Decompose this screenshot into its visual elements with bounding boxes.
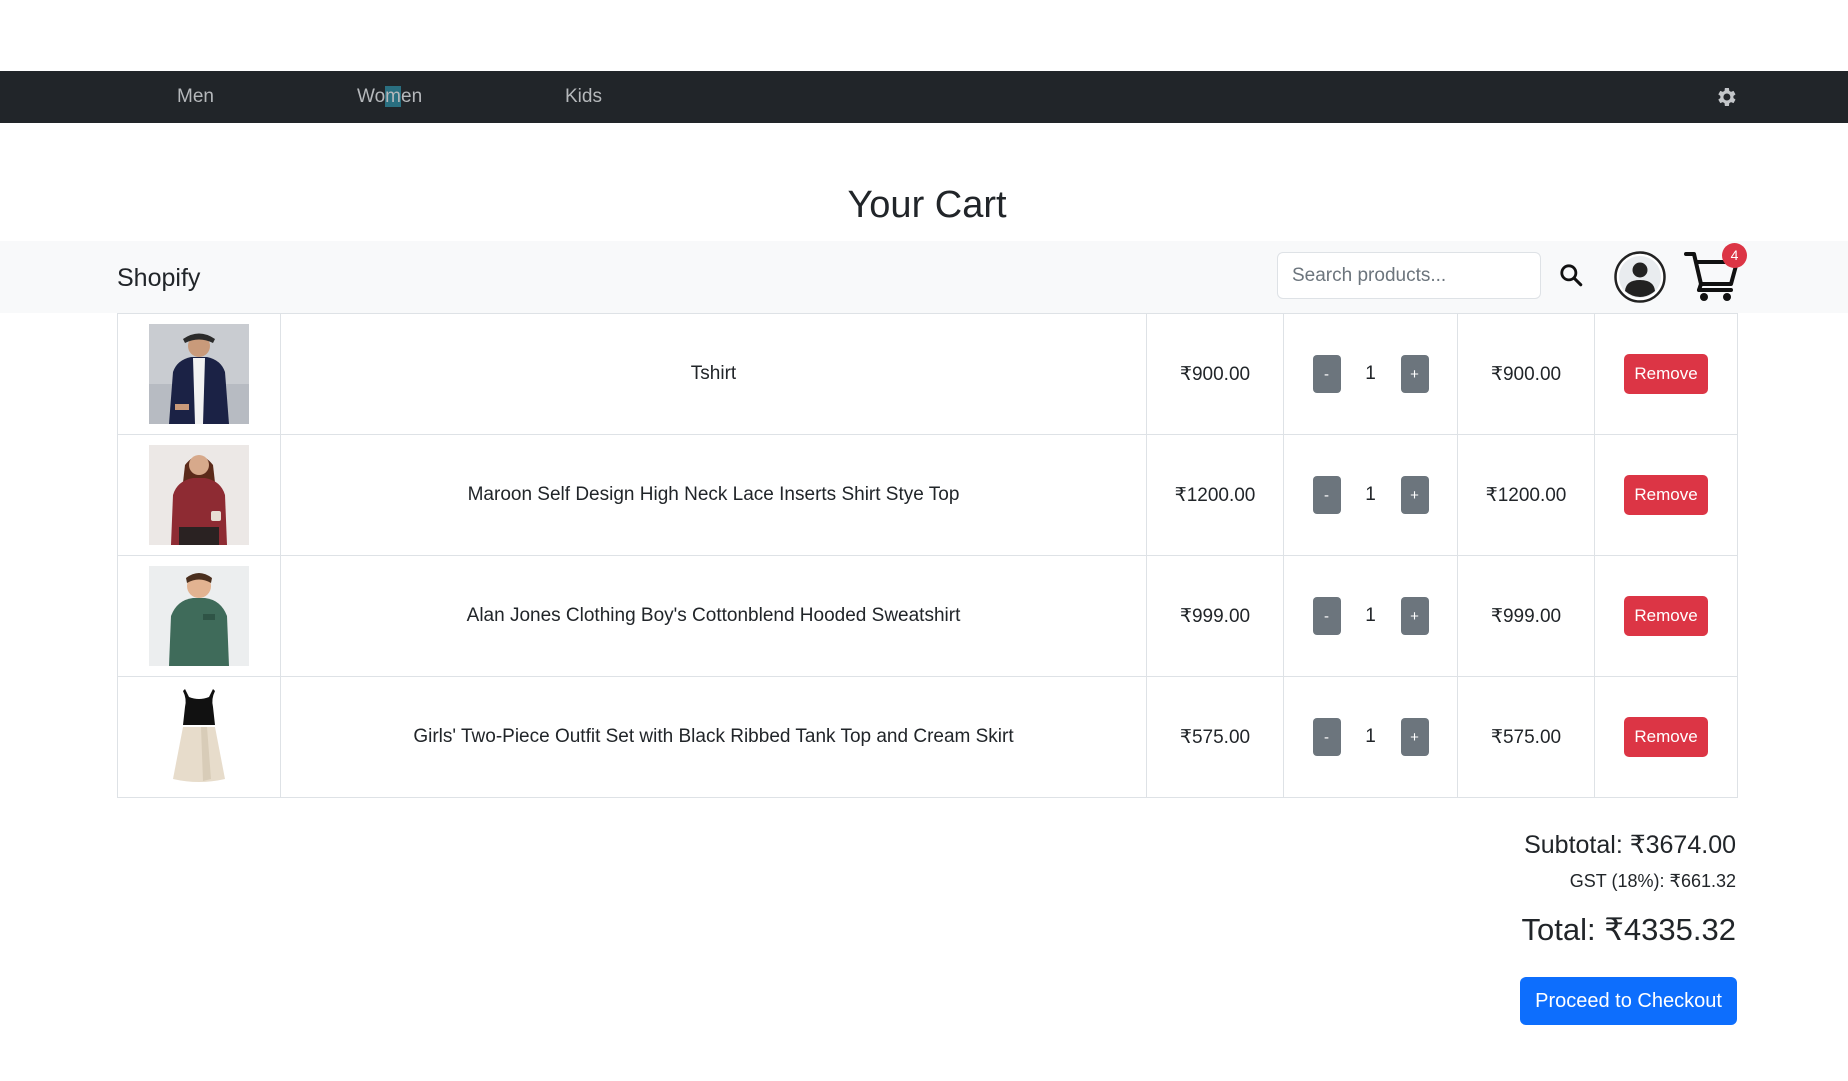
decrease-quantity-button[interactable]: - bbox=[1312, 476, 1341, 514]
increase-quantity-button[interactable]: + bbox=[1400, 597, 1429, 635]
product-name: Alan Jones Clothing Boy's Cottonblend Ho… bbox=[280, 555, 1147, 677]
subtotal-text: Subtotal: ₹3674.00 bbox=[1524, 831, 1736, 859]
cart-row: Tshirt ₹900.00 - 1 + ₹900.00 Remove bbox=[117, 313, 1738, 435]
product-image bbox=[149, 445, 249, 545]
search-input[interactable] bbox=[1277, 252, 1541, 299]
quantity-stepper: - 1 + bbox=[1284, 355, 1457, 393]
product-image-cell bbox=[117, 313, 281, 435]
quantity-cell: - 1 + bbox=[1283, 434, 1458, 556]
quantity-cell: - 1 + bbox=[1283, 313, 1458, 435]
proceed-to-checkout-button[interactable]: Proceed to Checkout bbox=[1520, 977, 1737, 1025]
gear-icon[interactable] bbox=[1714, 85, 1738, 109]
product-name: Maroon Self Design High Neck Lace Insert… bbox=[280, 434, 1147, 556]
product-image bbox=[149, 324, 249, 424]
product-price: ₹575.00 bbox=[1146, 676, 1284, 798]
quantity-cell: - 1 + bbox=[1283, 555, 1458, 677]
quantity-value: 1 bbox=[1365, 726, 1376, 747]
remove-cell: Remove bbox=[1594, 313, 1738, 435]
top-navbar: Men Women Kids bbox=[0, 71, 1848, 123]
product-image bbox=[149, 566, 249, 666]
total-text: Total: ₹4335.32 bbox=[1521, 912, 1737, 947]
quantity-value: 1 bbox=[1365, 484, 1376, 505]
remove-cell: Remove bbox=[1594, 434, 1738, 556]
increase-quantity-button[interactable]: + bbox=[1400, 476, 1429, 514]
nav-link-women[interactable]: Women bbox=[357, 71, 422, 123]
remove-cell: Remove bbox=[1594, 555, 1738, 677]
nav-link-women-part: Wo bbox=[357, 86, 386, 107]
remove-button[interactable]: Remove bbox=[1624, 596, 1708, 636]
decrease-quantity-button[interactable]: - bbox=[1312, 597, 1341, 635]
increase-quantity-button[interactable]: + bbox=[1400, 355, 1429, 393]
product-price: ₹1200.00 bbox=[1146, 434, 1284, 556]
remove-button[interactable]: Remove bbox=[1624, 475, 1708, 515]
quantity-cell: - 1 + bbox=[1283, 676, 1458, 798]
brand-logo[interactable]: Shopify bbox=[117, 264, 200, 293]
cart-row: Alan Jones Clothing Boy's Cottonblend Ho… bbox=[117, 555, 1738, 677]
quantity-stepper: - 1 + bbox=[1284, 597, 1457, 635]
product-name: Girls' Two-Piece Outfit Set with Black R… bbox=[280, 676, 1147, 798]
cart-row: Maroon Self Design High Neck Lace Insert… bbox=[117, 434, 1738, 556]
increase-quantity-button[interactable]: + bbox=[1400, 718, 1429, 756]
quantity-value: 1 bbox=[1365, 363, 1376, 384]
quantity-stepper: - 1 + bbox=[1284, 718, 1457, 756]
text-selection-highlight: m bbox=[385, 86, 401, 107]
search-icon[interactable] bbox=[1558, 262, 1584, 288]
product-image-cell bbox=[117, 555, 281, 677]
line-total: ₹999.00 bbox=[1457, 555, 1595, 677]
product-image bbox=[149, 687, 249, 787]
product-name: Tshirt bbox=[280, 313, 1147, 435]
cart-row: Girls' Two-Piece Outfit Set with Black R… bbox=[117, 676, 1738, 798]
nav-link-men[interactable]: Men bbox=[177, 71, 214, 123]
remove-button[interactable]: Remove bbox=[1624, 354, 1708, 394]
line-total: ₹1200.00 bbox=[1457, 434, 1595, 556]
user-avatar-icon[interactable] bbox=[1614, 251, 1666, 303]
line-total: ₹900.00 bbox=[1457, 313, 1595, 435]
decrease-quantity-button[interactable]: - bbox=[1312, 355, 1341, 393]
nav-link-kids[interactable]: Kids bbox=[565, 71, 602, 123]
product-price: ₹999.00 bbox=[1146, 555, 1284, 677]
cart-count-badge: 4 bbox=[1722, 243, 1747, 268]
gst-text: GST (18%): ₹661.32 bbox=[1569, 871, 1736, 891]
quantity-stepper: - 1 + bbox=[1284, 476, 1457, 514]
quantity-value: 1 bbox=[1365, 605, 1376, 626]
remove-cell: Remove bbox=[1594, 676, 1738, 798]
product-image-cell bbox=[117, 434, 281, 556]
page-title: Your Cart bbox=[847, 184, 1007, 226]
product-price: ₹900.00 bbox=[1146, 313, 1284, 435]
product-image-cell bbox=[117, 676, 281, 798]
nav-link-women-part: en bbox=[401, 86, 423, 107]
cart-table: Tshirt ₹900.00 - 1 + ₹900.00 Remove Maro… bbox=[117, 313, 1738, 798]
decrease-quantity-button[interactable]: - bbox=[1312, 718, 1341, 756]
remove-button[interactable]: Remove bbox=[1624, 717, 1708, 757]
line-total: ₹575.00 bbox=[1457, 676, 1595, 798]
